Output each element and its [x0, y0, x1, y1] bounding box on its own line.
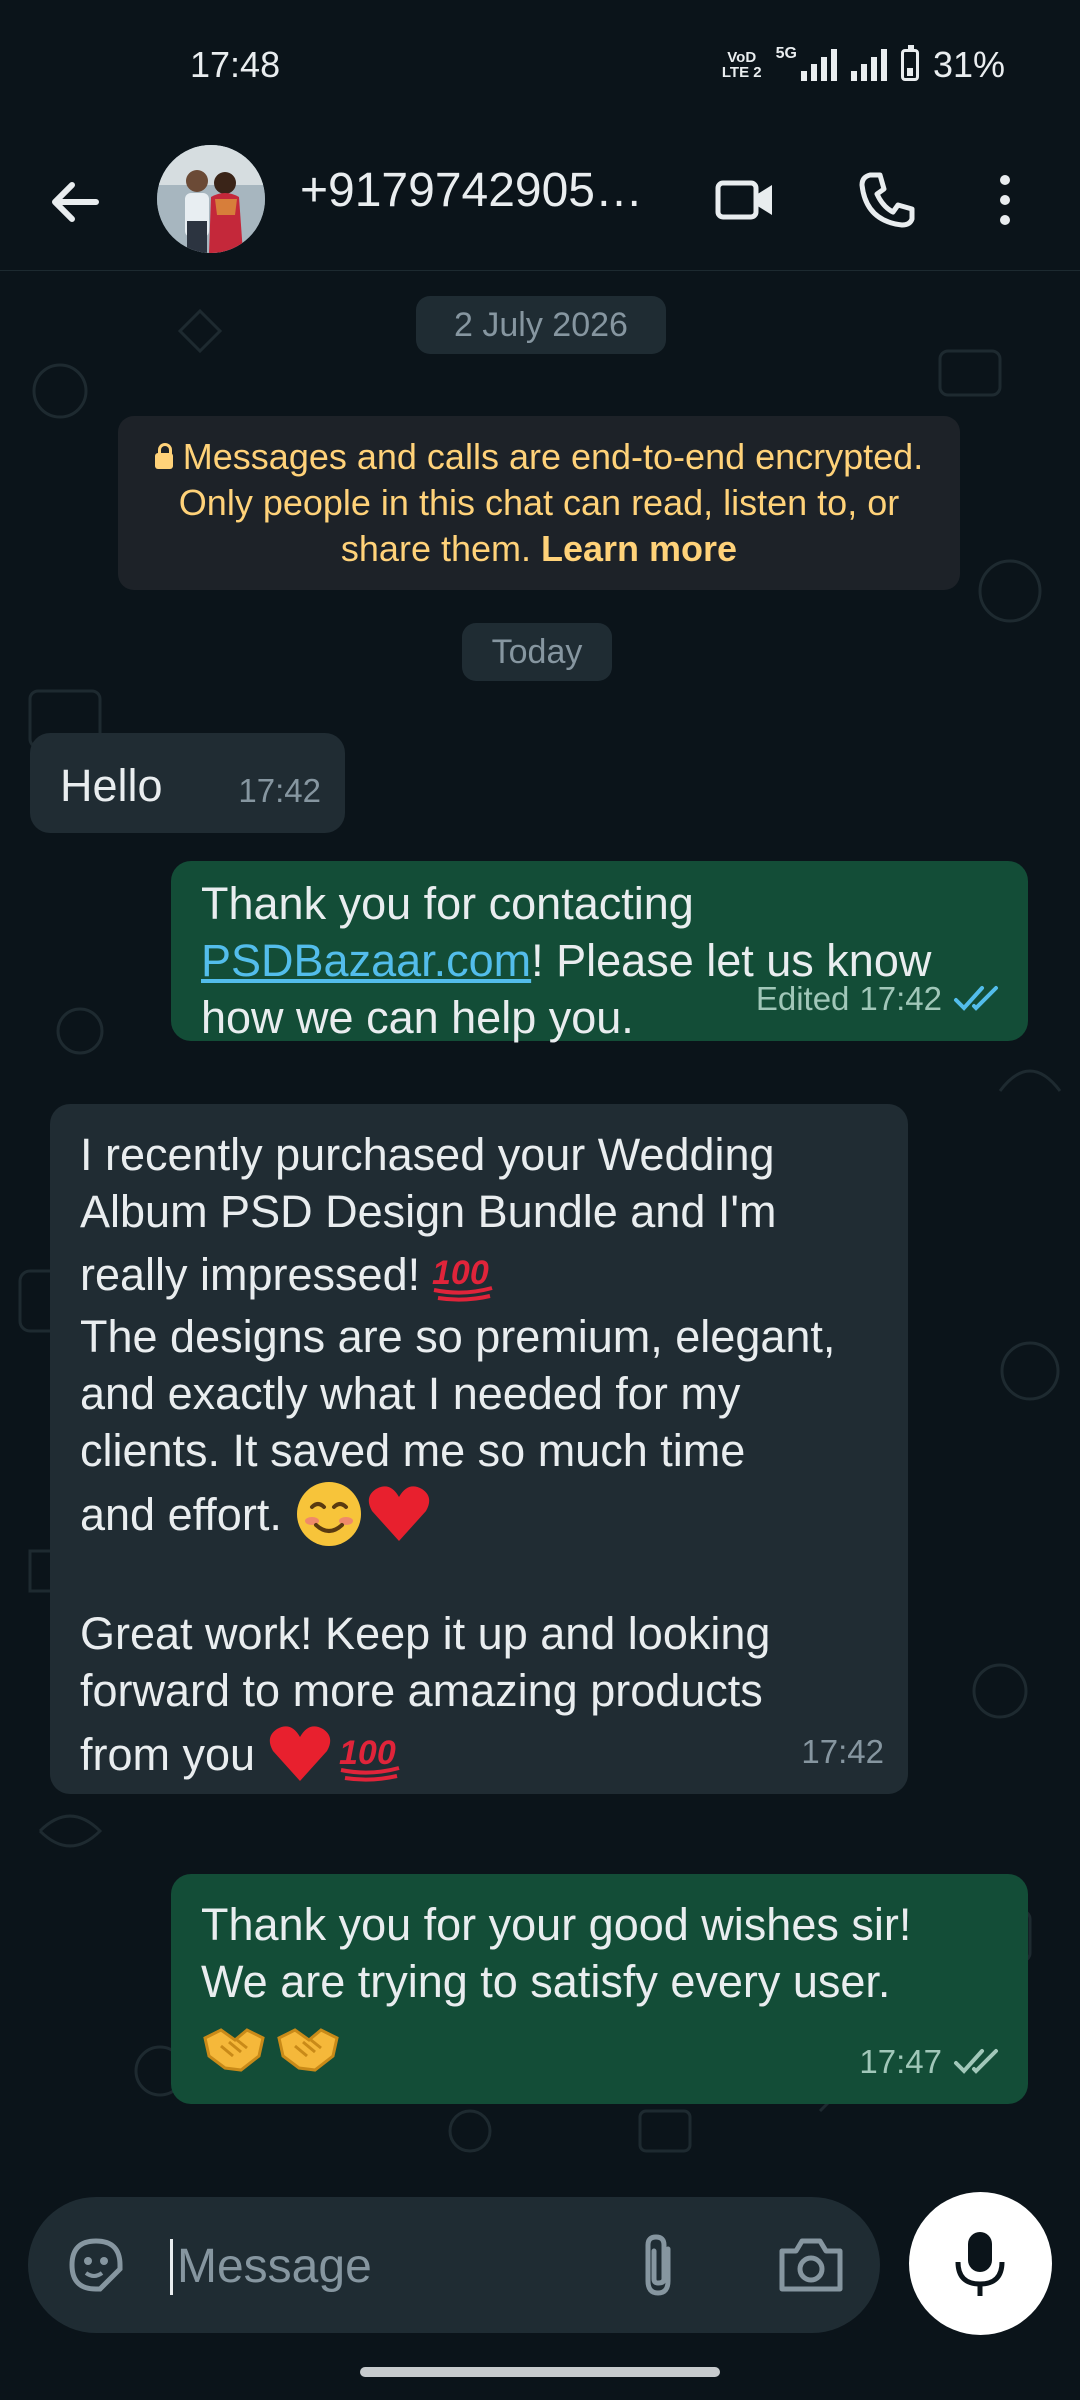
svg-text:100: 100: [432, 1254, 489, 1292]
message-bubble-incoming[interactable]: Hello 17:42: [30, 733, 345, 833]
back-arrow-icon[interactable]: [40, 167, 110, 237]
message-bubble-outgoing[interactable]: Thank you for your good wishes sir! We a…: [171, 1874, 1028, 2104]
edited-label: Edited: [755, 980, 850, 1017]
message-time: 17:42: [859, 980, 942, 1017]
status-time: 17:48: [190, 44, 281, 85]
hundred-points-emoji-icon: 100: [339, 1734, 400, 1782]
handshake-emoji-icon: [203, 2028, 265, 2072]
chat-area[interactable]: 2 July 2026 Messages and calls are end-t…: [0, 271, 1080, 2176]
website-link[interactable]: PSDBazaar.com: [201, 935, 531, 986]
status-icons: VoD LTE 2 5G 31%: [722, 44, 1005, 86]
message-time: 17:42: [238, 772, 321, 809]
message-time: 17:47: [859, 2043, 942, 2080]
svg-text:100: 100: [339, 1734, 396, 1772]
encryption-notice[interactable]: Messages and calls are end-to-end encryp…: [118, 416, 960, 590]
message-bubble-outgoing[interactable]: Thank you for contacting PSDBazaar.com! …: [171, 861, 1028, 1043]
message-bubble-incoming[interactable]: I recently purchased your Wedding Album …: [50, 1104, 908, 1794]
hundred-points-emoji-icon: 100: [432, 1254, 493, 1302]
video-call-icon[interactable]: [710, 165, 780, 235]
signal-icon-sim2: [850, 49, 887, 81]
message-input[interactable]: Message: [170, 2239, 372, 2295]
phone-call-icon[interactable]: [852, 165, 922, 235]
attach-icon[interactable]: [634, 2231, 684, 2301]
message-composer: Message: [28, 2197, 880, 2333]
contact-name[interactable]: +9179742905…: [300, 163, 660, 218]
microphone-icon: [955, 2232, 1005, 2296]
more-options-icon[interactable]: [980, 165, 1030, 235]
double-check-read-icon: [954, 985, 998, 1011]
lock-icon: [154, 443, 173, 469]
signal-icon-sim1: 5G: [776, 45, 837, 81]
message-time: 17:42: [801, 1733, 884, 1770]
battery-icon: [900, 45, 919, 81]
status-bar: 17:48 VoD LTE 2 5G 31%: [0, 0, 1080, 135]
camera-icon[interactable]: [776, 2233, 846, 2297]
network-type: 5G: [775, 45, 797, 62]
message-text: Hello: [60, 760, 163, 811]
double-check-delivered-icon: [954, 2048, 998, 2074]
chat-header: +9179742905…: [0, 135, 1080, 271]
today-pill: Today: [462, 623, 612, 681]
learn-more-link[interactable]: Learn more: [541, 528, 737, 569]
heart-emoji-icon: [269, 1726, 331, 1781]
heart-emoji-icon: [368, 1486, 430, 1541]
date-pill: 2 July 2026: [416, 296, 666, 354]
gesture-nav-bar[interactable]: [360, 2367, 720, 2377]
mic-button[interactable]: [909, 2192, 1052, 2335]
smiling-face-emoji-icon: [296, 1482, 361, 1546]
sticker-icon[interactable]: [64, 2233, 128, 2297]
handshake-emoji-icon: [277, 2028, 339, 2072]
volte-icon: VoD LTE 2: [721, 49, 762, 81]
avatar[interactable]: [157, 145, 265, 253]
battery-percent: 31%: [932, 44, 1005, 85]
